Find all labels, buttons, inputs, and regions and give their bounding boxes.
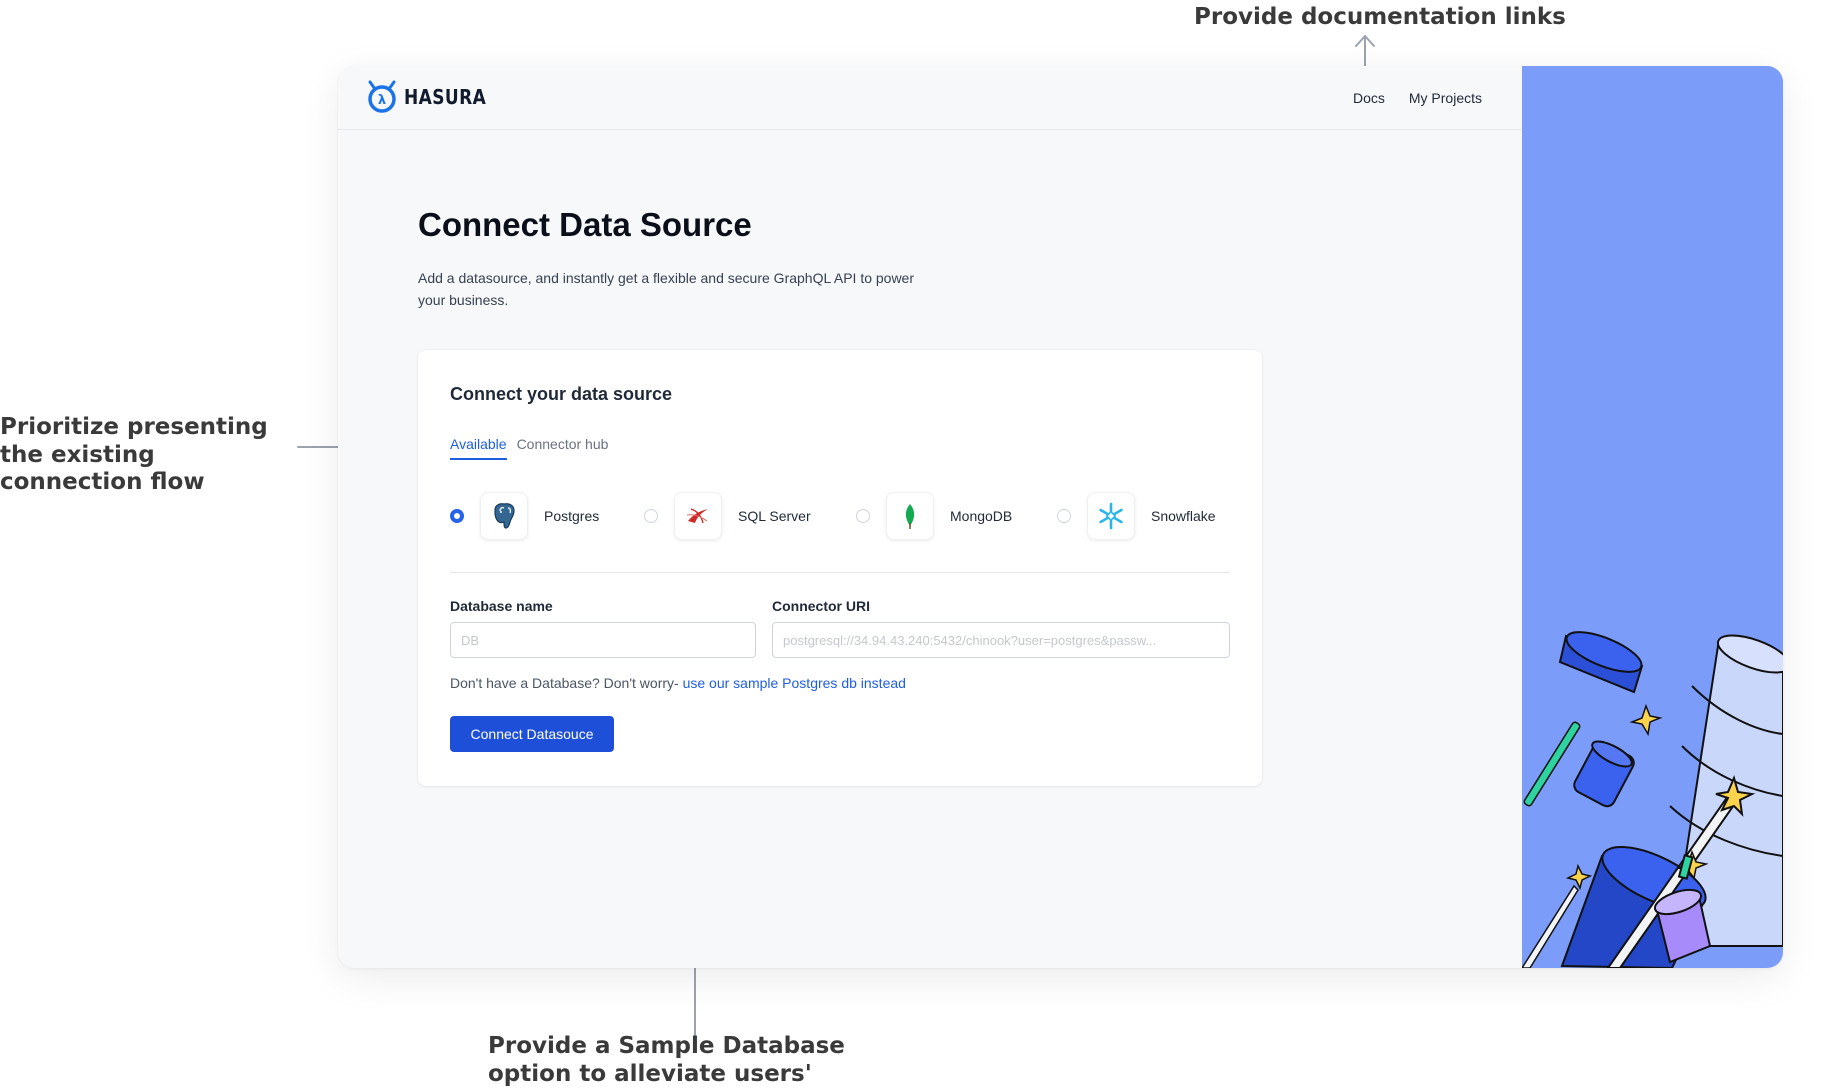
docs-link[interactable]: Docs xyxy=(1353,90,1385,106)
top-navbar: λ HASURA Docs My Projects xyxy=(338,66,1522,130)
source-option-postgres[interactable]: Postgres xyxy=(450,492,599,540)
mongodb-leaf-icon xyxy=(886,492,934,540)
database-name-input[interactable] xyxy=(450,622,756,658)
sample-db-hint-text: Don't have a Database? Don't worry- xyxy=(450,675,679,691)
connector-uri-input[interactable] xyxy=(772,622,1230,658)
my-projects-link[interactable]: My Projects xyxy=(1409,90,1482,106)
page-description: Add a datasource, and instantly get a fl… xyxy=(418,270,915,308)
tab-available[interactable]: Available xyxy=(450,436,507,460)
top-nav-links: Docs My Projects xyxy=(1353,90,1482,106)
tab-connector-hub[interactable]: Connector hub xyxy=(517,436,609,460)
annotation-existing-flow: Prioritize presenting the existing conne… xyxy=(0,414,268,496)
hasura-logo[interactable]: λ HASURA xyxy=(366,80,501,114)
sample-db-hint: Don't have a Database? Don't worry- use … xyxy=(450,675,906,691)
app-window: λ HASURA Docs My Projects Connect Data S… xyxy=(338,66,1783,968)
sql-server-radio[interactable] xyxy=(644,509,658,523)
snowflake-icon xyxy=(1087,492,1135,540)
connect-card: Connect your data source Available Conne… xyxy=(418,350,1262,786)
svg-text:λ: λ xyxy=(378,93,386,108)
source-tabs: Available Connector hub xyxy=(450,436,608,460)
docs-arrow-head xyxy=(1355,35,1375,47)
card-divider xyxy=(450,572,1230,573)
logo-text: HASURA xyxy=(404,85,487,109)
database-name-label: Database name xyxy=(450,598,553,614)
sql-server-label: SQL Server xyxy=(738,508,811,524)
source-option-mongodb[interactable]: MongoDB xyxy=(856,492,1012,540)
postgres-radio[interactable] xyxy=(450,509,464,523)
sql-server-icon xyxy=(674,492,722,540)
hasura-logo-icon: λ xyxy=(368,80,396,113)
postgres-label: Postgres xyxy=(544,508,600,524)
connect-datasource-button[interactable]: Connect Datasouce xyxy=(450,716,614,752)
connector-uri-label: Connector URI xyxy=(772,598,870,614)
mongodb-label: MongoDB xyxy=(950,508,1013,524)
card-title: Connect your data source xyxy=(450,384,673,404)
data-source-options: Postgres SQL Server MongoDB Snowflake xyxy=(450,492,1230,542)
snowflake-label: Snowflake xyxy=(1151,508,1216,524)
snowflake-radio[interactable] xyxy=(1057,509,1071,523)
source-option-sql-server[interactable]: SQL Server xyxy=(644,492,811,540)
source-option-snowflake[interactable]: Snowflake xyxy=(1057,492,1216,540)
annotation-sample-db: Provide a Sample Database option to alle… xyxy=(488,1033,845,1090)
mongodb-radio[interactable] xyxy=(856,509,870,523)
sample-db-link[interactable]: use our sample Postgres db instead xyxy=(683,675,906,691)
postgres-elephant-icon xyxy=(480,492,528,540)
annotation-docs: Provide documentation links xyxy=(1194,4,1566,30)
database-illustration xyxy=(1522,66,1783,968)
page-title: Connect Data Source xyxy=(418,206,752,243)
